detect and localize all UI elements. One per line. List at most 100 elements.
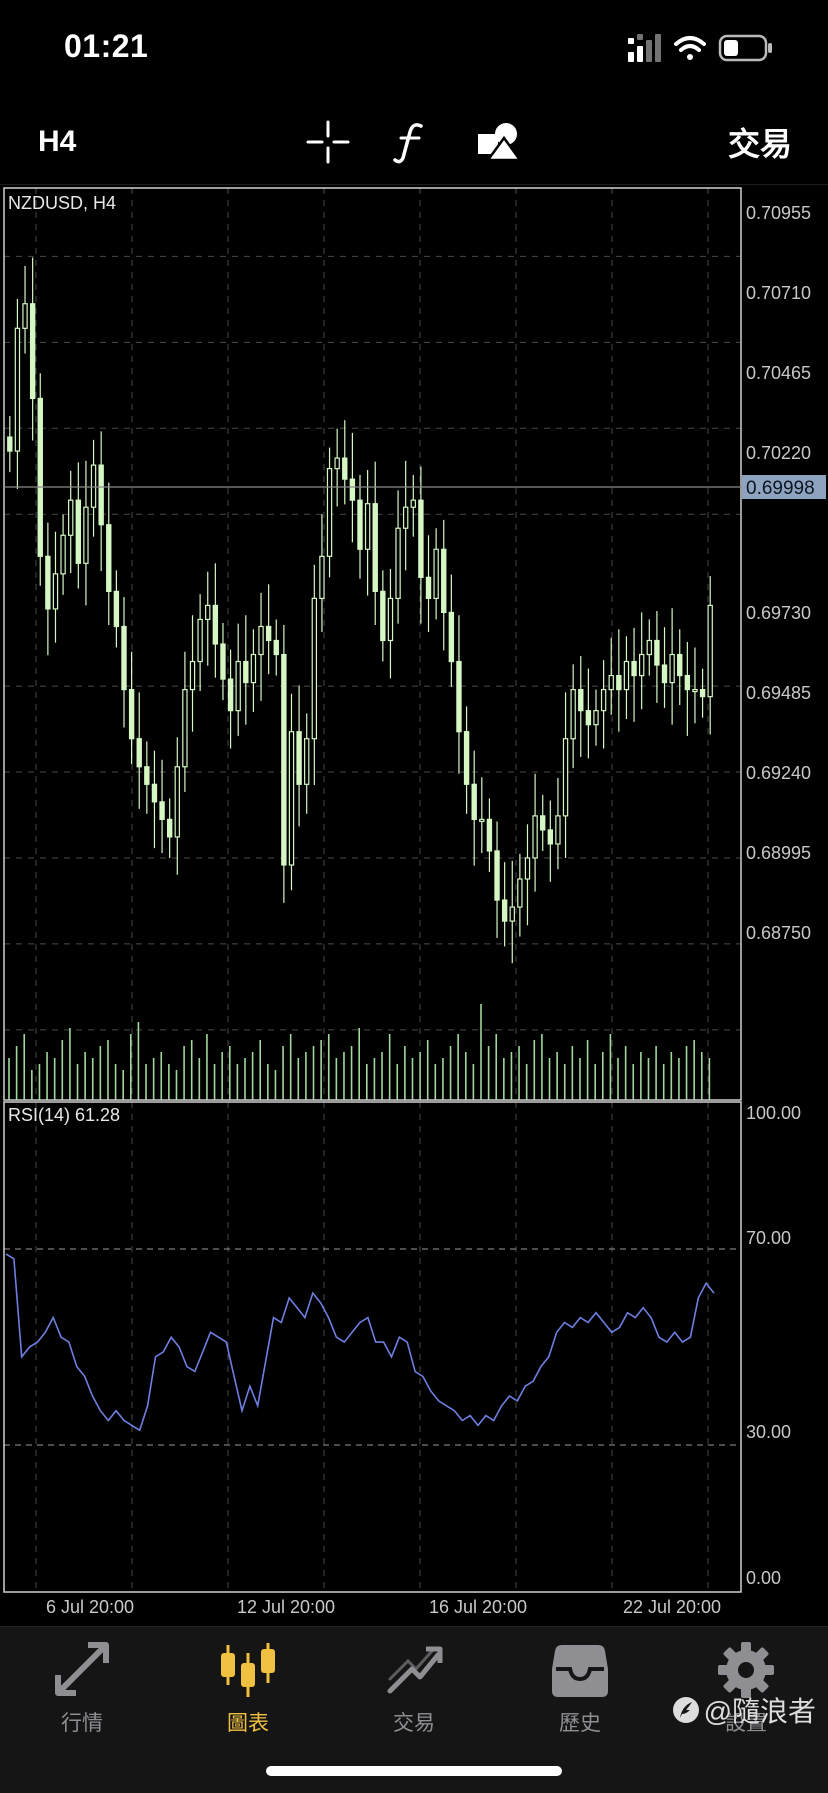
candle-body bbox=[677, 653, 683, 677]
candle-body bbox=[494, 850, 500, 901]
candle-body bbox=[258, 625, 264, 656]
price-tick-label: 0.69240 bbox=[746, 763, 811, 783]
candle-body bbox=[243, 660, 249, 684]
feather-logo-icon bbox=[672, 1697, 699, 1723]
indicators-button[interactable] bbox=[390, 114, 430, 170]
candle-body bbox=[349, 478, 356, 501]
candle-body bbox=[402, 506, 409, 529]
candle-body bbox=[281, 653, 287, 866]
price-tick-label: 0.70465 bbox=[746, 363, 811, 383]
status-bar: 01:21 bbox=[0, 0, 828, 100]
candle-body bbox=[410, 499, 416, 508]
candle-body bbox=[334, 457, 340, 470]
candle-body bbox=[501, 899, 508, 922]
candle-body bbox=[699, 689, 706, 698]
price-tick-label: 0.70710 bbox=[746, 283, 811, 303]
crosshair-button[interactable] bbox=[300, 114, 356, 170]
candle-body bbox=[463, 731, 470, 785]
candle-body bbox=[433, 548, 439, 599]
nav-item-quotes[interactable]: 行情 bbox=[17, 1639, 147, 1737]
candle-body bbox=[692, 689, 698, 693]
candle-body bbox=[14, 327, 21, 452]
nav-item-history[interactable]: 歷史 bbox=[515, 1639, 645, 1737]
candle-body bbox=[197, 618, 203, 663]
candle-body bbox=[265, 625, 272, 642]
candle-body bbox=[547, 829, 554, 845]
rsi-tick-label: 70.00 bbox=[746, 1228, 791, 1248]
timeframe-button[interactable]: H4 bbox=[38, 114, 76, 170]
candle-body bbox=[144, 766, 150, 785]
candle-body bbox=[517, 878, 523, 908]
chart-toolbar: H4 交易 bbox=[0, 100, 828, 185]
candle-body bbox=[600, 689, 607, 712]
candle-body bbox=[60, 534, 66, 575]
candle-body bbox=[212, 604, 219, 645]
time-tick-label: 12 Jul 20:00 bbox=[237, 1597, 335, 1615]
candle-body bbox=[562, 738, 569, 817]
nav-item-chart[interactable]: 圖表 bbox=[183, 1639, 313, 1737]
candle-body bbox=[555, 815, 561, 845]
main-panel-border bbox=[3, 187, 742, 1101]
candle-body bbox=[136, 738, 142, 768]
candle-body bbox=[121, 625, 127, 691]
candle-body bbox=[585, 710, 592, 726]
indicators-icon bbox=[393, 123, 423, 164]
candle-body bbox=[151, 783, 158, 803]
candle-body bbox=[372, 503, 378, 592]
trade-button[interactable]: 交易 bbox=[728, 114, 792, 170]
candle-body bbox=[357, 499, 363, 550]
candle-body bbox=[296, 731, 302, 785]
candle-body bbox=[189, 660, 196, 691]
price-tick-label: 0.69730 bbox=[746, 603, 811, 623]
candle-body bbox=[113, 590, 120, 628]
battery-icon bbox=[718, 34, 772, 62]
candle-body bbox=[441, 548, 447, 614]
candle-body bbox=[418, 499, 424, 578]
candle-body bbox=[623, 660, 630, 691]
candle-body bbox=[532, 815, 538, 859]
candle-body bbox=[250, 653, 257, 684]
candle-body bbox=[128, 689, 135, 740]
candle-body bbox=[661, 664, 668, 684]
candle-body bbox=[220, 643, 226, 680]
status-icons bbox=[628, 34, 772, 62]
candle-body bbox=[166, 818, 173, 838]
nav-label: 圖表 bbox=[227, 1712, 269, 1735]
candle-body bbox=[509, 906, 515, 922]
candle-body bbox=[616, 674, 622, 691]
candle-body bbox=[319, 555, 325, 599]
candle-body bbox=[83, 506, 89, 564]
candle-body bbox=[288, 731, 295, 866]
objects-icon bbox=[478, 123, 523, 162]
crosshair-icon bbox=[306, 120, 350, 164]
nav-label: 行情 bbox=[61, 1712, 103, 1735]
candle-body bbox=[395, 527, 401, 600]
watermark-text: @隨浪者 bbox=[703, 1696, 816, 1727]
candle-body bbox=[364, 503, 371, 550]
time-tick-label: 6 Jul 20:00 bbox=[46, 1597, 134, 1615]
current-price-text: 0.69998 bbox=[746, 478, 815, 499]
quotes-arrows-icon bbox=[55, 1642, 109, 1696]
candle-body bbox=[159, 801, 165, 820]
time-axis: 6 Jul 20:00 12 Jul 20:00 16 Jul 20:00 22… bbox=[46, 1597, 721, 1615]
candle-body bbox=[380, 590, 386, 642]
price-tick-label: 0.68750 bbox=[746, 923, 811, 943]
candlestick-chart-icon bbox=[221, 1643, 275, 1697]
symbol-label: NZDUSD, H4 bbox=[8, 193, 116, 213]
nav-item-trade[interactable]: 交易 bbox=[349, 1639, 479, 1737]
watermark: @隨浪者 bbox=[672, 1690, 816, 1730]
nav-label: 歷史 bbox=[559, 1712, 601, 1735]
candle-body bbox=[106, 524, 112, 592]
candle-body bbox=[273, 639, 279, 656]
wifi-icon bbox=[674, 36, 706, 60]
candle-body bbox=[311, 597, 318, 740]
candle-body bbox=[425, 576, 432, 600]
price-tick-label: 0.70955 bbox=[746, 203, 811, 223]
candle-body bbox=[593, 710, 599, 726]
objects-button[interactable] bbox=[470, 114, 530, 170]
trade-trend-icon bbox=[387, 1646, 443, 1694]
candle-body bbox=[182, 689, 188, 768]
rsi-panel-border bbox=[3, 1101, 742, 1593]
home-indicator bbox=[266, 1766, 562, 1776]
price-chart[interactable]: NZDUSD, H4 RSI(14) 61.28 0.70955 0.70710… bbox=[0, 185, 828, 1615]
